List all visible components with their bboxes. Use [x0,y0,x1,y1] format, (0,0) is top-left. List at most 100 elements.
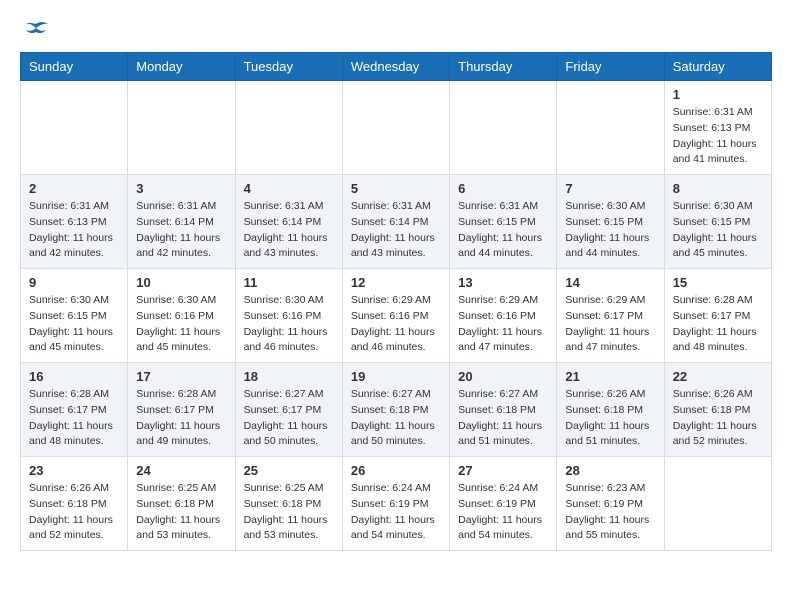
calendar-cell: 11 Sunrise: 6:30 AM Sunset: 6:16 PM Dayli… [235,269,342,363]
day-number: 28 [565,463,655,478]
day-number: 19 [351,369,441,384]
weekday-header-thursday: Thursday [450,53,557,81]
calendar-week-row: 2 Sunrise: 6:31 AM Sunset: 6:13 PM Daylig… [21,175,772,269]
calendar-cell: 28 Sunrise: 6:23 AM Sunset: 6:19 PM Dayli… [557,457,664,551]
day-info: Sunrise: 6:29 AM Sunset: 6:17 PM Dayligh… [565,293,655,356]
day-info: Sunrise: 6:30 AM Sunset: 6:16 PM Dayligh… [244,293,334,356]
day-number: 26 [351,463,441,478]
day-number: 14 [565,275,655,290]
calendar-cell: 19 Sunrise: 6:27 AM Sunset: 6:18 PM Dayli… [342,363,449,457]
day-info: Sunrise: 6:28 AM Sunset: 6:17 PM Dayligh… [673,293,763,356]
calendar-week-row: 23 Sunrise: 6:26 AM Sunset: 6:18 PM Dayli… [21,457,772,551]
calendar-cell [664,457,771,551]
day-info: Sunrise: 6:31 AM Sunset: 6:15 PM Dayligh… [458,199,548,262]
calendar-week-row: 1 Sunrise: 6:31 AM Sunset: 6:13 PM Daylig… [21,81,772,175]
calendar-week-row: 16 Sunrise: 6:28 AM Sunset: 6:17 PM Dayli… [21,363,772,457]
calendar-cell: 2 Sunrise: 6:31 AM Sunset: 6:13 PM Daylig… [21,175,128,269]
day-number: 8 [673,181,763,196]
day-number: 12 [351,275,441,290]
day-number: 20 [458,369,548,384]
calendar-cell: 14 Sunrise: 6:29 AM Sunset: 6:17 PM Dayli… [557,269,664,363]
day-number: 1 [673,87,763,102]
weekday-header-friday: Friday [557,53,664,81]
calendar-cell: 20 Sunrise: 6:27 AM Sunset: 6:18 PM Dayli… [450,363,557,457]
calendar-cell: 26 Sunrise: 6:24 AM Sunset: 6:19 PM Dayli… [342,457,449,551]
day-info: Sunrise: 6:31 AM Sunset: 6:13 PM Dayligh… [29,199,119,262]
day-info: Sunrise: 6:31 AM Sunset: 6:14 PM Dayligh… [244,199,334,262]
day-info: Sunrise: 6:25 AM Sunset: 6:18 PM Dayligh… [244,481,334,544]
day-number: 16 [29,369,119,384]
logo [20,20,50,42]
day-info: Sunrise: 6:23 AM Sunset: 6:19 PM Dayligh… [565,481,655,544]
day-number: 6 [458,181,548,196]
calendar-week-row: 9 Sunrise: 6:30 AM Sunset: 6:15 PM Daylig… [21,269,772,363]
day-number: 22 [673,369,763,384]
day-number: 11 [244,275,334,290]
calendar-cell [557,81,664,175]
day-info: Sunrise: 6:28 AM Sunset: 6:17 PM Dayligh… [29,387,119,450]
day-info: Sunrise: 6:28 AM Sunset: 6:17 PM Dayligh… [136,387,226,450]
day-info: Sunrise: 6:27 AM Sunset: 6:18 PM Dayligh… [351,387,441,450]
calendar-cell: 16 Sunrise: 6:28 AM Sunset: 6:17 PM Dayli… [21,363,128,457]
day-number: 23 [29,463,119,478]
calendar-cell: 21 Sunrise: 6:26 AM Sunset: 6:18 PM Dayli… [557,363,664,457]
weekday-header-wednesday: Wednesday [342,53,449,81]
calendar-cell: 6 Sunrise: 6:31 AM Sunset: 6:15 PM Daylig… [450,175,557,269]
day-number: 4 [244,181,334,196]
calendar-cell: 10Sunrise: 6:30 AM Sunset: 6:16 PM Dayli… [128,269,235,363]
day-info: Sunrise: 6:24 AM Sunset: 6:19 PM Dayligh… [458,481,548,544]
calendar-cell: 1 Sunrise: 6:31 AM Sunset: 6:13 PM Daylig… [664,81,771,175]
day-number: 27 [458,463,548,478]
day-number: 24 [136,463,226,478]
calendar-cell: 9 Sunrise: 6:30 AM Sunset: 6:15 PM Daylig… [21,269,128,363]
page-header [20,20,772,42]
calendar-cell: 18 Sunrise: 6:27 AM Sunset: 6:17 PM Dayli… [235,363,342,457]
calendar-cell: 5 Sunrise: 6:31 AM Sunset: 6:14 PM Daylig… [342,175,449,269]
day-info: Sunrise: 6:27 AM Sunset: 6:17 PM Dayligh… [244,387,334,450]
calendar-cell: 12Sunrise: 6:29 AM Sunset: 6:16 PM Dayli… [342,269,449,363]
day-number: 15 [673,275,763,290]
day-info: Sunrise: 6:26 AM Sunset: 6:18 PM Dayligh… [673,387,763,450]
day-number: 10 [136,275,226,290]
calendar-cell [128,81,235,175]
day-number: 3 [136,181,226,196]
day-number: 2 [29,181,119,196]
day-number: 13 [458,275,548,290]
day-info: Sunrise: 6:31 AM Sunset: 6:14 PM Dayligh… [351,199,441,262]
calendar-cell [342,81,449,175]
day-number: 5 [351,181,441,196]
day-info: Sunrise: 6:30 AM Sunset: 6:15 PM Dayligh… [29,293,119,356]
weekday-header-tuesday: Tuesday [235,53,342,81]
calendar-cell: 4 Sunrise: 6:31 AM Sunset: 6:14 PM Daylig… [235,175,342,269]
day-number: 25 [244,463,334,478]
calendar-cell [21,81,128,175]
calendar-cell: 23 Sunrise: 6:26 AM Sunset: 6:18 PM Dayli… [21,457,128,551]
day-number: 17 [136,369,226,384]
logo-bird-icon [22,20,50,42]
weekday-header-saturday: Saturday [664,53,771,81]
day-number: 21 [565,369,655,384]
day-info: Sunrise: 6:31 AM Sunset: 6:13 PM Dayligh… [673,105,763,168]
calendar-cell [235,81,342,175]
calendar-cell: 13 Sunrise: 6:29 AM Sunset: 6:16 PM Dayli… [450,269,557,363]
day-info: Sunrise: 6:29 AM Sunset: 6:16 PM Dayligh… [458,293,548,356]
day-info: Sunrise: 6:27 AM Sunset: 6:18 PM Dayligh… [458,387,548,450]
calendar-cell [450,81,557,175]
calendar-cell: 27 Sunrise: 6:24 AM Sunset: 6:19 PM Dayli… [450,457,557,551]
weekday-header-monday: Monday [128,53,235,81]
calendar-cell: 22 Sunrise: 6:26 AM Sunset: 6:18 PM Dayli… [664,363,771,457]
calendar-cell: 24 Sunrise: 6:25 AM Sunset: 6:18 PM Dayli… [128,457,235,551]
day-info: Sunrise: 6:25 AM Sunset: 6:18 PM Dayligh… [136,481,226,544]
day-info: Sunrise: 6:31 AM Sunset: 6:14 PM Dayligh… [136,199,226,262]
calendar-cell: 8 Sunrise: 6:30 AM Sunset: 6:15 PM Daylig… [664,175,771,269]
day-info: Sunrise: 6:30 AM Sunset: 6:15 PM Dayligh… [565,199,655,262]
day-info: Sunrise: 6:26 AM Sunset: 6:18 PM Dayligh… [29,481,119,544]
day-info: Sunrise: 6:30 AM Sunset: 6:15 PM Dayligh… [673,199,763,262]
calendar-cell: 7Sunrise: 6:30 AM Sunset: 6:15 PM Daylig… [557,175,664,269]
day-info: Sunrise: 6:26 AM Sunset: 6:18 PM Dayligh… [565,387,655,450]
day-info: Sunrise: 6:24 AM Sunset: 6:19 PM Dayligh… [351,481,441,544]
calendar-cell: 17 Sunrise: 6:28 AM Sunset: 6:17 PM Dayli… [128,363,235,457]
day-number: 9 [29,275,119,290]
weekday-header-sunday: Sunday [21,53,128,81]
day-number: 18 [244,369,334,384]
